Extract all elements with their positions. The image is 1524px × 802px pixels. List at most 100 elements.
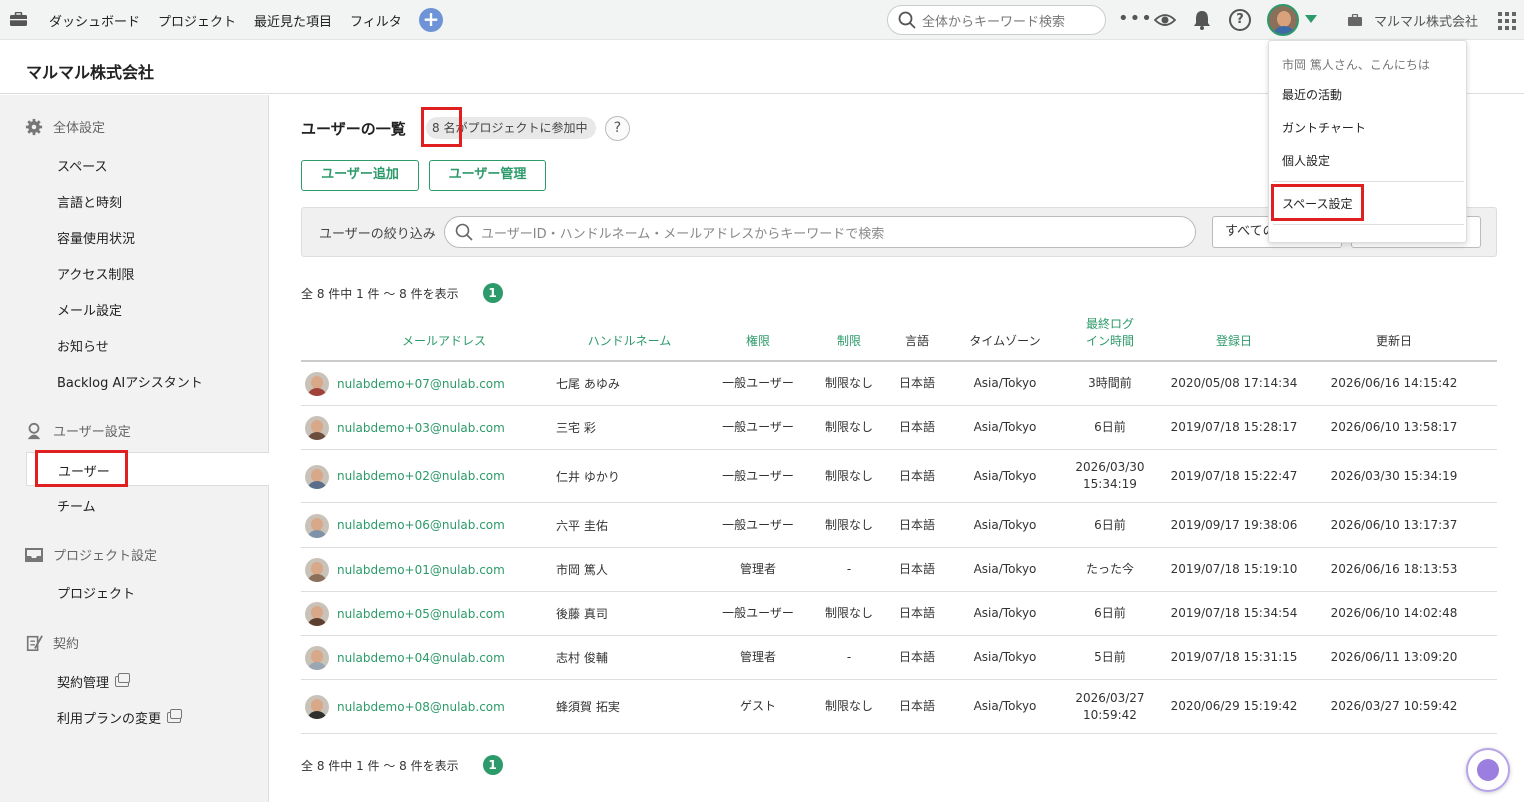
cell-timezone: Asia/Tokyo [973, 517, 1037, 532]
sidebar-section-contract: 契約 [24, 633, 79, 652]
cell-email[interactable]: nulabdemo+03@nulab.com [337, 406, 557, 449]
bell-icon[interactable] [1193, 10, 1211, 30]
sidebar-item-space[interactable]: スペース [57, 156, 107, 175]
space-switcher[interactable]: マルマル株式会社 [1348, 0, 1478, 40]
cell-last-login-line: たった今 [1085, 562, 1134, 576]
cell-handle: 市岡 篤人 [556, 563, 608, 577]
avatar[interactable] [305, 646, 329, 670]
briefcase-icon[interactable] [10, 12, 27, 26]
user-avatar[interactable] [1267, 4, 1299, 36]
sidebar-item-ai-assistant[interactable]: Backlog AIアシスタント [57, 372, 203, 391]
cell-email[interactable]: nulabdemo+01@nulab.com [337, 548, 557, 591]
sidebar-item-storage[interactable]: 容量使用状況 [57, 228, 135, 247]
sidebar-item-users[interactable]: ユーザー [26, 452, 269, 486]
cell-updated: 2026/06/10 13:17:37 [1330, 517, 1458, 532]
menu-item-space-settings[interactable]: スペース設定 [1282, 195, 1353, 212]
cell-last-login: たった今 [1066, 548, 1154, 591]
cell-email[interactable]: nulabdemo+07@nulab.com [337, 362, 557, 405]
chevron-down-icon[interactable] [1305, 15, 1317, 23]
col-role[interactable]: 権限 [712, 316, 804, 360]
sidebar-item-plan-change[interactable]: 利用プランの変更 [57, 708, 183, 727]
col-language: 言語 [904, 334, 929, 348]
menu-divider [1273, 224, 1464, 225]
cell-last-login-line: 3時間前 [1088, 376, 1132, 390]
avatar[interactable] [305, 602, 329, 626]
add-user-button[interactable]: ユーザー追加 [301, 160, 419, 191]
nav-projects[interactable]: プロジェクト [158, 11, 236, 30]
more-icon[interactable]: ••• [1118, 8, 1153, 29]
page-title: マルマル株式会社 [26, 63, 155, 82]
ai-assistant-button[interactable] [1466, 748, 1510, 792]
manage-user-button[interactable]: ユーザー管理 [429, 160, 546, 191]
cell-registered: 2019/07/18 15:22:47 [1170, 468, 1298, 483]
avatar[interactable] [305, 416, 329, 440]
nav-filter[interactable]: フィルタ [350, 11, 402, 30]
search-icon [455, 223, 473, 241]
cell-email[interactable]: nulabdemo+02@nulab.com [337, 450, 557, 502]
col-registered[interactable]: 登録日 [1163, 316, 1305, 360]
cell-last-login: 2026/03/27 10:59:42 [1066, 680, 1154, 733]
global-search-placeholder: 全体からキーワード検索 [922, 14, 1066, 30]
cell-email[interactable]: nulabdemo+05@nulab.com [337, 592, 557, 635]
cell-last-login: 2026/03/30 15:34:19 [1066, 450, 1154, 502]
sidebar-item-language[interactable]: 言語と時刻 [57, 192, 122, 211]
nav-dashboard[interactable]: ダッシュボード [49, 11, 140, 30]
cell-last-login: 3時間前 [1066, 362, 1154, 405]
col-last-login[interactable]: 最終ログ イン時間 [1066, 316, 1154, 360]
cell-role: 一般ユーザー [722, 468, 794, 483]
avatar[interactable] [305, 372, 329, 396]
cell-role: 一般ユーザー [722, 606, 794, 620]
watch-icon[interactable] [1154, 10, 1176, 30]
col-limit[interactable]: 制限 [814, 316, 884, 360]
sidebar-section-users: ユーザー設定 [24, 421, 131, 440]
sidebar-item-mail[interactable]: メール設定 [57, 300, 122, 319]
avatar[interactable] [305, 558, 329, 582]
menu-item-recent-activity[interactable]: 最近の活動 [1282, 86, 1342, 103]
cell-registered: 2019/07/18 15:31:15 [1170, 650, 1298, 664]
search-icon [898, 11, 916, 29]
cell-role: 一般ユーザー [722, 376, 794, 390]
col-handle[interactable]: ハンドルネーム [557, 316, 702, 360]
help-button[interactable]: ? [605, 116, 630, 141]
avatar[interactable] [305, 464, 329, 489]
sidebar-item-news[interactable]: お知らせ [57, 336, 109, 355]
cell-updated: 2026/06/16 18:13:53 [1330, 562, 1458, 576]
global-search-input[interactable]: 全体からキーワード検索 [887, 5, 1106, 35]
nav-recent[interactable]: 最近見た項目 [254, 11, 332, 30]
user-search-input[interactable]: ユーザーID・ハンドルネーム・メールアドレスからキーワードで検索 [444, 216, 1196, 248]
cell-handle: 後藤 真司 [556, 607, 608, 621]
page-number[interactable]: 1 [482, 283, 503, 303]
cell-role: 一般ユーザー [722, 420, 794, 434]
table-row: nulabdemo+01@nulab.com 市岡 篤人 管理者 - 日本語 Asia/T… [301, 548, 1497, 592]
sidebar-item-contract-manage[interactable]: 契約管理 [57, 672, 131, 691]
col-email[interactable]: メールアドレス [331, 316, 557, 360]
menu-item-personal-settings[interactable]: 個人設定 [1282, 152, 1330, 169]
sidebar-item-label: 利用プランの変更 [57, 712, 162, 727]
paging-top: 全 8 件中 1 件 〜 8 件を表示 1 [301, 283, 503, 303]
menu-item-gantt[interactable]: ガントチャート [1282, 119, 1366, 136]
apps-grid-icon[interactable] [1498, 12, 1516, 30]
cell-email[interactable]: nulabdemo+04@nulab.com [337, 636, 557, 679]
cell-role: 管理者 [739, 562, 776, 576]
robot-icon [1477, 759, 1499, 781]
avatar[interactable] [305, 695, 329, 719]
sidebar-item-access[interactable]: アクセス制限 [57, 264, 134, 283]
sidebar-section-label: プロジェクト設定 [53, 549, 158, 564]
cell-language: 日本語 [898, 420, 935, 434]
cell-last-login-line: 2026/03/27 [1075, 690, 1145, 705]
member-count-badge: 8 名がプロジェクトに参加中 [426, 117, 597, 139]
cell-updated: 2026/06/10 13:58:17 [1330, 420, 1458, 434]
cell-email[interactable]: nulabdemo+08@nulab.com [337, 680, 557, 733]
sidebar-item-team[interactable]: チーム [57, 496, 96, 515]
cell-timezone: Asia/Tokyo [973, 468, 1037, 483]
page-number[interactable]: 1 [482, 755, 503, 775]
sidebar-item-project[interactable]: プロジェクト [57, 583, 135, 602]
sidebar-section-label: 全体設定 [53, 121, 106, 136]
help-icon[interactable]: ? [1229, 9, 1251, 31]
cell-email[interactable]: nulabdemo+06@nulab.com [337, 503, 557, 547]
table-row: nulabdemo+03@nulab.com 三宅 彩 一般ユーザー 制限なし 日本語 A… [301, 406, 1497, 450]
add-button[interactable]: + [419, 8, 443, 32]
avatar[interactable] [305, 513, 329, 538]
cell-last-login: 5日前 [1066, 636, 1154, 679]
cell-limit: 制限なし [824, 699, 873, 713]
